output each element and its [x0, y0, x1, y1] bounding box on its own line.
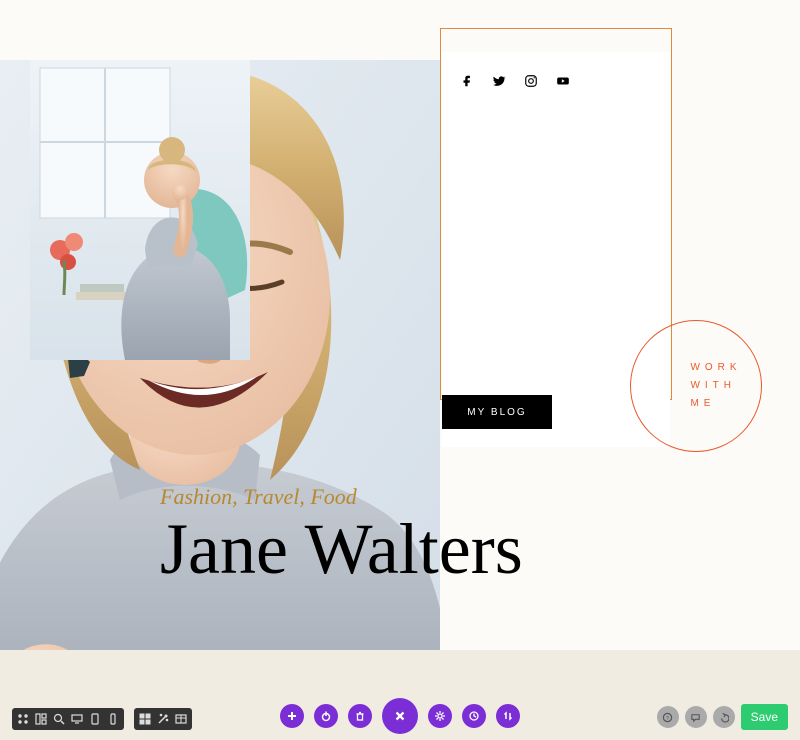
trash-button[interactable] — [348, 704, 372, 728]
facebook-icon[interactable] — [460, 74, 474, 88]
toolbar-center — [280, 698, 520, 734]
desktop-icon[interactable] — [68, 710, 86, 728]
youtube-icon[interactable] — [556, 74, 570, 88]
hero-title: Jane Walters — [160, 508, 523, 591]
save-button[interactable]: Save — [741, 704, 788, 730]
mobile-icon[interactable] — [104, 710, 122, 728]
hero-tagline: Fashion, Travel, Food — [160, 484, 357, 510]
help-button[interactable]: ? — [657, 706, 679, 728]
svg-text:?: ? — [666, 715, 669, 721]
instagram-icon[interactable] — [524, 74, 538, 88]
social-icons-row — [460, 74, 570, 88]
undo-button[interactable] — [713, 706, 735, 728]
twitter-icon[interactable] — [492, 74, 506, 88]
toolbar-left — [12, 708, 192, 730]
secondary-photo — [30, 60, 250, 360]
table-icon[interactable] — [172, 710, 190, 728]
sort-button[interactable] — [496, 704, 520, 728]
zoom-icon[interactable] — [50, 710, 68, 728]
wand-icon[interactable] — [154, 710, 172, 728]
settings-button[interactable] — [428, 704, 452, 728]
toolbar-right: ? Save — [657, 704, 788, 730]
drag-handle-icon[interactable] — [14, 710, 32, 728]
layout-icon[interactable] — [32, 710, 50, 728]
work-with-me-label: WORK WITH ME — [690, 359, 741, 413]
tablet-icon[interactable] — [86, 710, 104, 728]
history-button[interactable] — [462, 704, 486, 728]
add-button[interactable] — [280, 704, 304, 728]
close-button[interactable] — [382, 698, 418, 734]
chat-button[interactable] — [685, 706, 707, 728]
grid-icon[interactable] — [136, 710, 154, 728]
power-button[interactable] — [314, 704, 338, 728]
editor-toolbar: ? Save — [0, 692, 800, 740]
page-canvas: MY BLOG WORK WITH ME Fashion, Travel, Fo… — [0, 0, 800, 740]
toolbar-left-group-1 — [12, 708, 124, 730]
toolbar-left-group-2 — [134, 708, 192, 730]
work-with-me-link[interactable]: WORK WITH ME — [630, 320, 762, 452]
my-blog-button[interactable]: MY BLOG — [442, 395, 552, 429]
